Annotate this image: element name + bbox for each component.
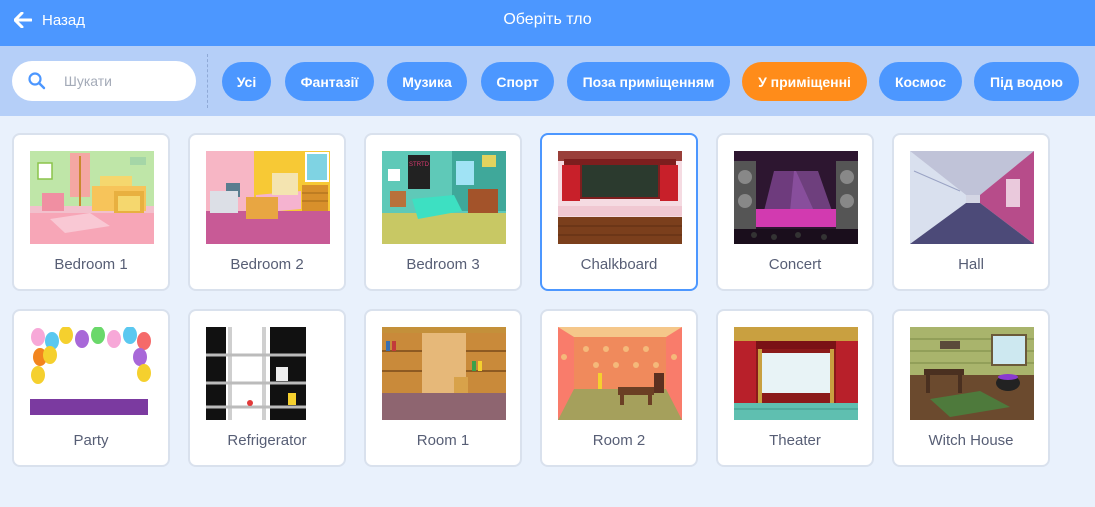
backdrop-card-refrigerator[interactable]: Refrigerator: [188, 309, 346, 467]
backdrop-thumbnail: [558, 151, 682, 244]
backdrop-name: Bedroom 1: [54, 256, 128, 273]
backdrop-card-bedroom-2[interactable]: Bedroom 2: [188, 133, 346, 291]
search-icon: [28, 72, 46, 90]
backdrop-name: Hall: [958, 256, 984, 273]
tag-underwater[interactable]: Під водою: [974, 62, 1079, 101]
filter-divider: [207, 54, 208, 108]
backdrop-thumbnail: [558, 327, 682, 420]
filter-bar: Усі Фантазії Музика Спорт Поза приміщенн…: [0, 46, 1095, 116]
backdrop-card-chalkboard[interactable]: Chalkboard: [540, 133, 698, 291]
backdrop-card-party[interactable]: Party: [12, 309, 170, 467]
backdrop-thumbnail: [206, 151, 330, 244]
backdrop-name: Chalkboard: [580, 256, 658, 273]
page-title: Оберіть тло: [503, 11, 592, 28]
search-input[interactable]: [62, 72, 186, 90]
backdrop-thumbnail: [206, 327, 330, 420]
backdrop-thumbnail: [734, 327, 858, 420]
backdrop-name: Room 1: [416, 432, 470, 449]
backdrop-name: Bedroom 3: [406, 256, 480, 273]
backdrop-card-witch-house[interactable]: Witch House: [892, 309, 1050, 467]
header-bar: Назад Оберіть тло: [0, 0, 1095, 46]
backdrop-thumbnail: [734, 151, 858, 244]
tag-outdoors[interactable]: Поза приміщенням: [567, 62, 730, 101]
backdrop-thumbnail: [910, 151, 1034, 244]
backdrop-card-theater[interactable]: Theater: [716, 309, 874, 467]
backdrop-name: Room 2: [592, 432, 646, 449]
back-label: Назад: [42, 11, 85, 29]
backdrop-thumbnail: [910, 327, 1034, 420]
backdrop-thumbnail: [382, 327, 506, 420]
tag-music[interactable]: Музика: [387, 62, 467, 101]
tag-all[interactable]: Усі: [222, 62, 271, 101]
tag-indoors[interactable]: У приміщенні: [742, 62, 867, 101]
tag-fantasy[interactable]: Фантазії: [285, 62, 374, 101]
backdrop-name: Witch House: [928, 432, 1014, 449]
backdrop-name: Concert: [768, 256, 822, 273]
backdrop-thumbnail: [30, 327, 154, 420]
tag-sports[interactable]: Спорт: [481, 62, 554, 101]
back-button[interactable]: Назад: [14, 0, 85, 40]
backdrop-card-hall[interactable]: Hall: [892, 133, 1050, 291]
backdrop-thumbnail: [30, 151, 154, 244]
backdrop-card-room-1[interactable]: Room 1: [364, 309, 522, 467]
backdrop-name: Party: [73, 432, 109, 449]
svg-text:STRTD: STRTD: [409, 162, 430, 168]
search-box[interactable]: [12, 61, 196, 101]
backdrop-name: Theater: [769, 432, 821, 449]
backdrop-name: Refrigerator: [227, 432, 307, 449]
arrow-left-icon: [14, 12, 32, 28]
backdrop-card-room-2[interactable]: Room 2: [540, 309, 698, 467]
backdrop-name: Bedroom 2: [230, 256, 304, 273]
backdrop-card-bedroom-3[interactable]: STRTD Bedroom 3: [364, 133, 522, 291]
backdrop-thumbnail: STRTD: [382, 151, 506, 244]
tag-space[interactable]: Космос: [879, 62, 962, 101]
backdrop-card-concert[interactable]: Concert: [716, 133, 874, 291]
backdrop-card-bedroom-1[interactable]: Bedroom 1: [12, 133, 170, 291]
